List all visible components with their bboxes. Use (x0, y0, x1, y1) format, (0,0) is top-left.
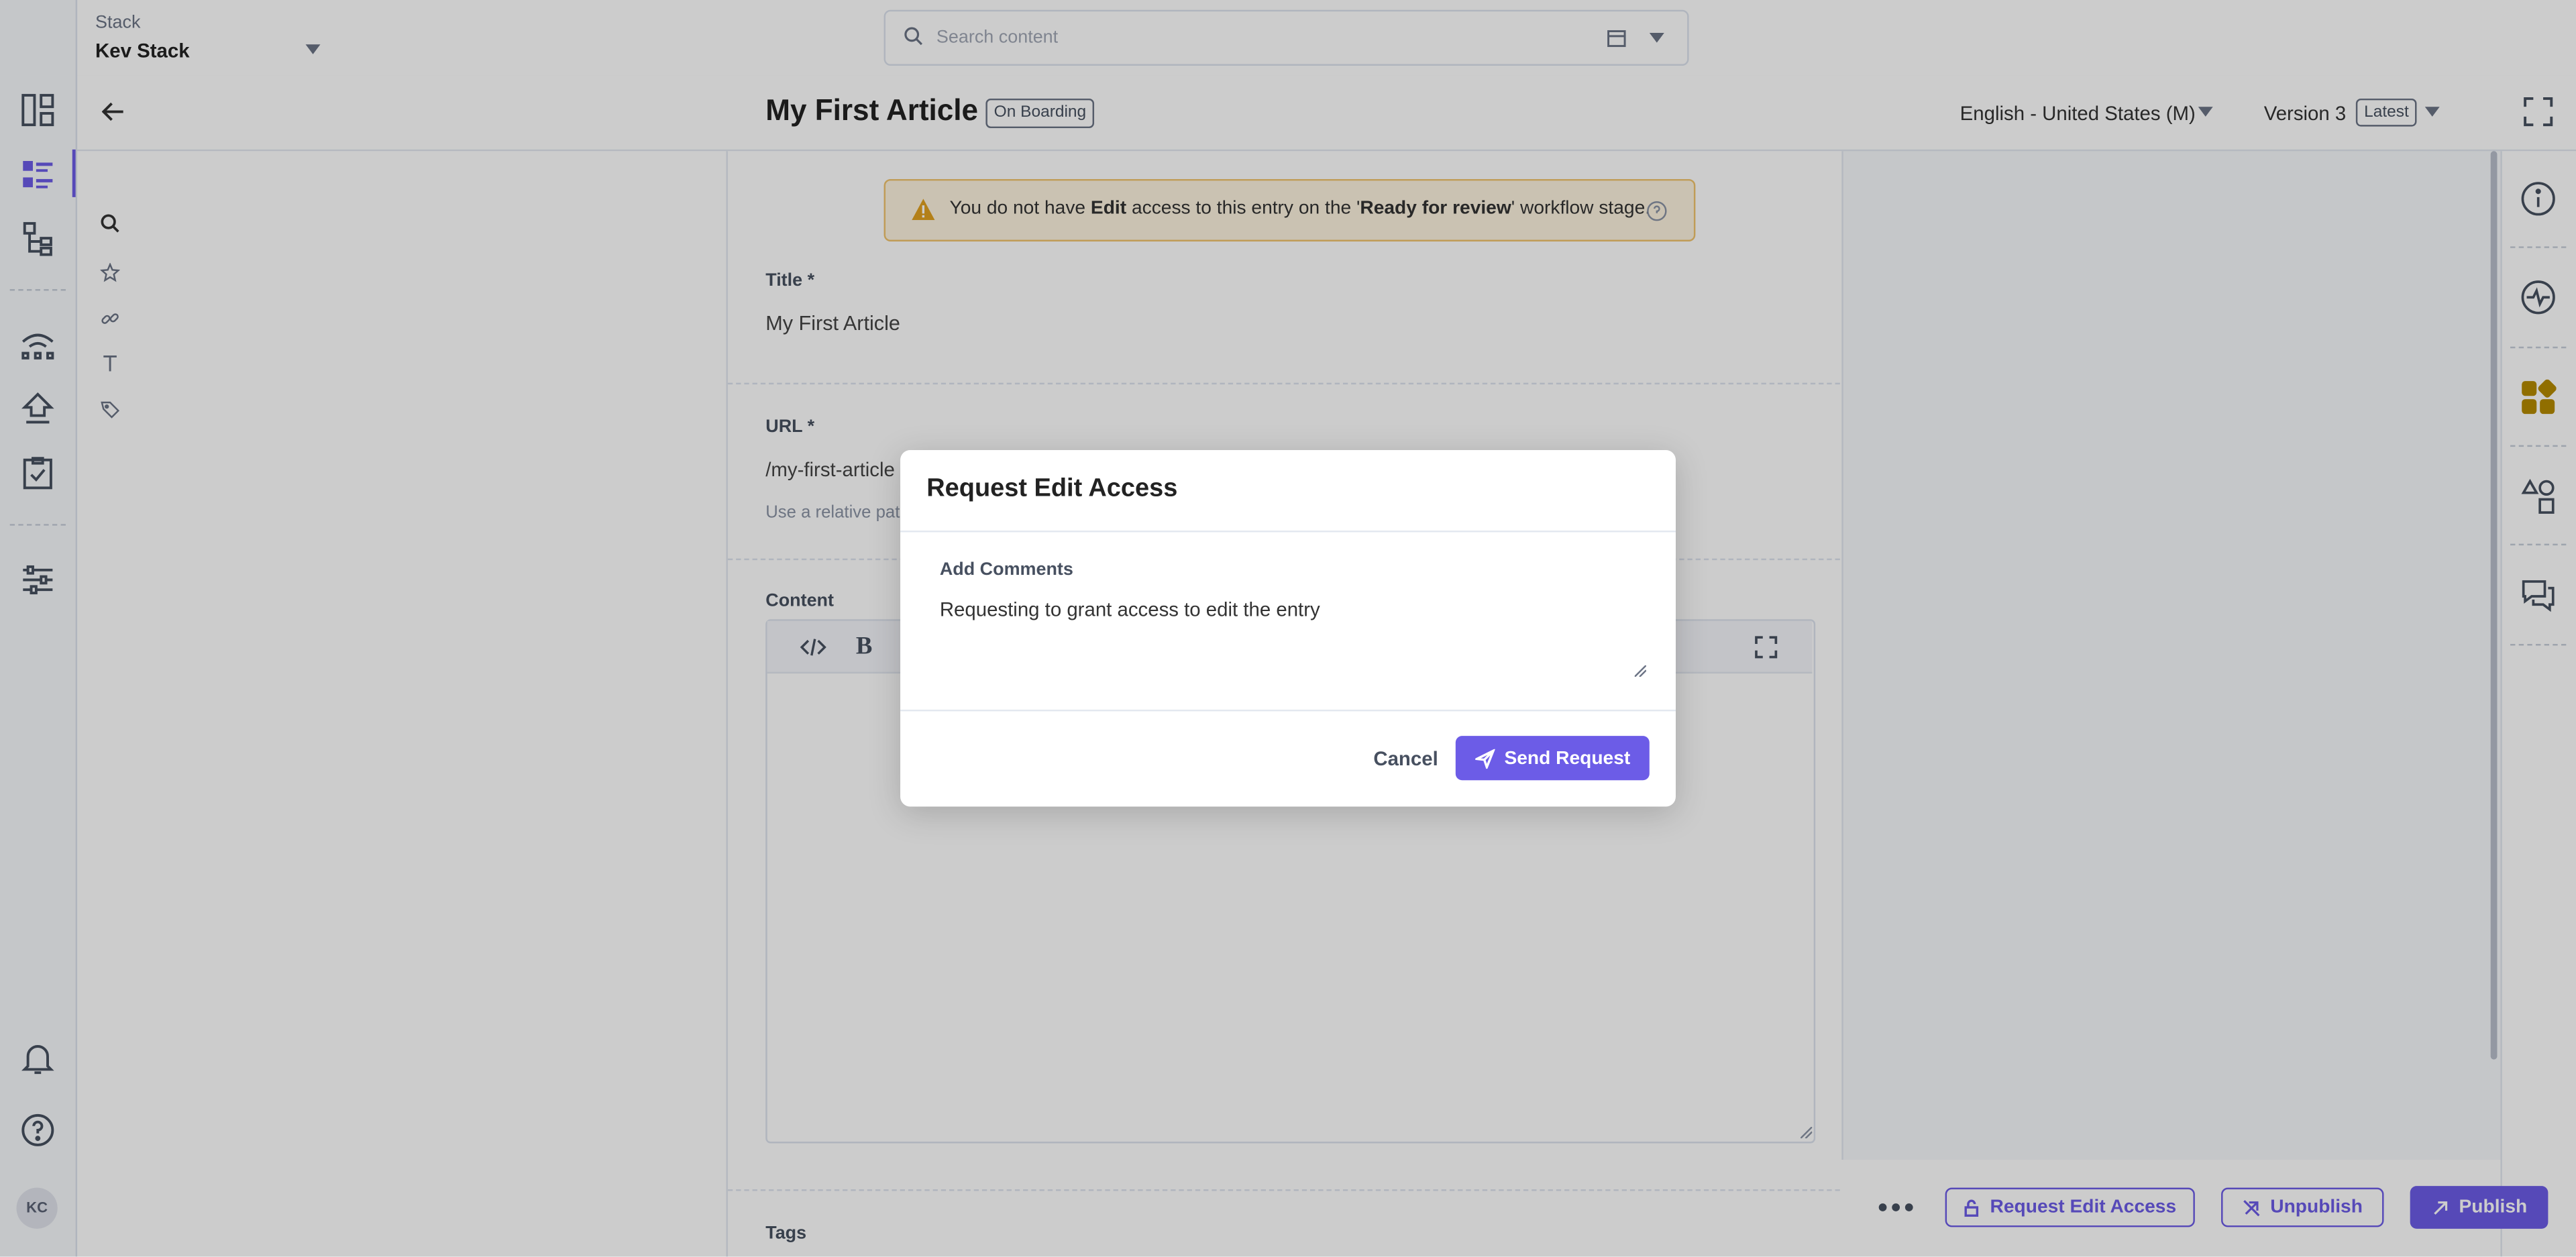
modal-divider (900, 709, 1676, 712)
comments-textarea[interactable]: Requesting to grant access to edit the e… (930, 588, 1650, 682)
modal-divider (900, 531, 1676, 533)
comments-label: Add Comments (939, 560, 1073, 580)
send-request-label: Send Request (1504, 748, 1631, 768)
modal-title: Request Edit Access (926, 474, 1178, 503)
textarea-resize-handle-icon[interactable] (1634, 665, 1646, 677)
send-request-button[interactable]: Send Request (1455, 736, 1650, 781)
send-icon (1474, 748, 1495, 768)
cancel-button[interactable]: Cancel (1373, 747, 1438, 770)
